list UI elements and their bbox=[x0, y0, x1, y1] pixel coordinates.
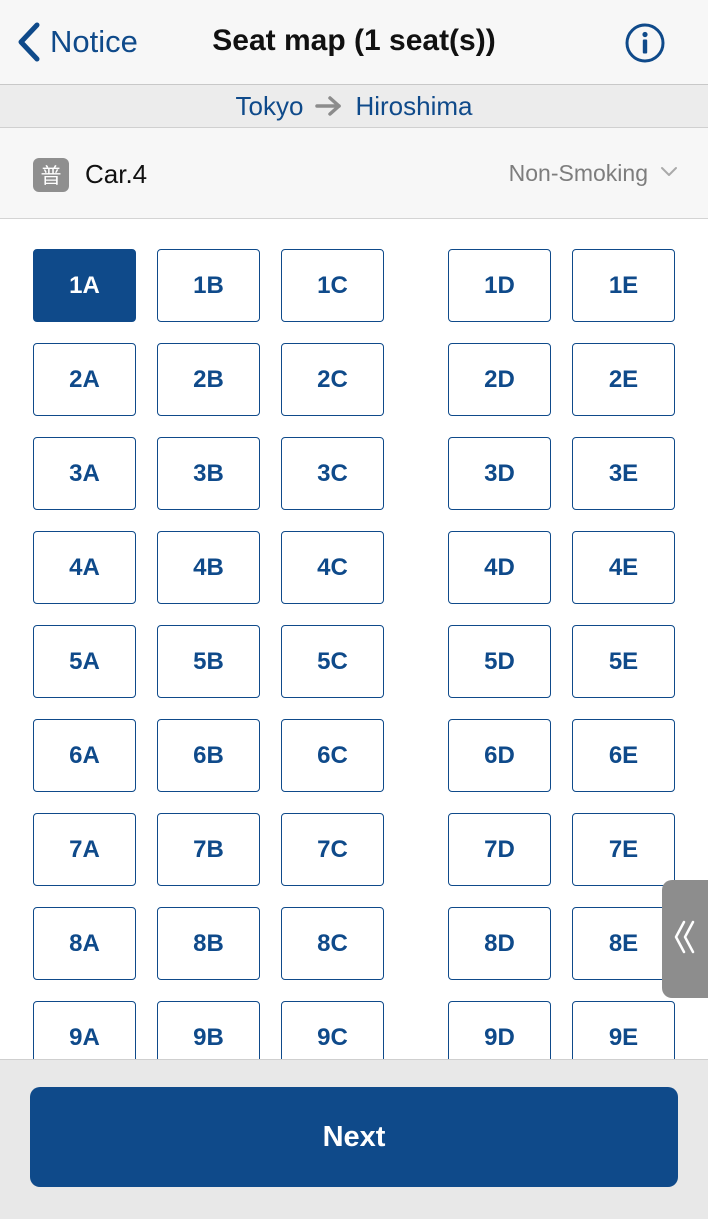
seat-6c[interactable]: 6C bbox=[281, 719, 384, 792]
seat-5b[interactable]: 5B bbox=[157, 625, 260, 698]
page-title: Seat map (1 seat(s)) bbox=[212, 24, 496, 57]
seat-1e[interactable]: 1E bbox=[572, 249, 675, 322]
smoking-label: Non-Smoking bbox=[508, 160, 648, 186]
double-chevron-left-icon bbox=[672, 919, 698, 960]
smoking-dropdown[interactable]: Non-Smoking bbox=[509, 160, 678, 187]
seat-7b[interactable]: 7B bbox=[157, 813, 260, 886]
seat-3a[interactable]: 3A bbox=[33, 437, 136, 510]
seat-3e[interactable]: 3E bbox=[572, 437, 675, 510]
chevron-down-icon bbox=[660, 165, 678, 183]
seat-2a[interactable]: 2A bbox=[33, 343, 136, 416]
seat-2b[interactable]: 2B bbox=[157, 343, 260, 416]
seat-3c[interactable]: 3C bbox=[281, 437, 384, 510]
seat-8e[interactable]: 8E bbox=[572, 907, 675, 980]
arrow-right-icon bbox=[315, 95, 343, 117]
seat-9a[interactable]: 9A bbox=[33, 1001, 136, 1059]
seat-4e[interactable]: 4E bbox=[572, 531, 675, 604]
seat-2d[interactable]: 2D bbox=[448, 343, 551, 416]
car-name: Car.4 bbox=[85, 159, 148, 189]
side-panel-toggle[interactable] bbox=[662, 880, 708, 998]
seat-4b[interactable]: 4B bbox=[157, 531, 260, 604]
seat-9b[interactable]: 9B bbox=[157, 1001, 260, 1059]
seat-3b[interactable]: 3B bbox=[157, 437, 260, 510]
seat-7e[interactable]: 7E bbox=[572, 813, 675, 886]
seat-map: 1A 1B 1C 1D 1E 2A 2B 2C 2D 2E 3A 3B 3C 3D 3E 4A 4B 4C 4D 4E… bbox=[0, 219, 708, 1059]
seat-6b[interactable]: 6B bbox=[157, 719, 260, 792]
seat-3d[interactable]: 3D bbox=[448, 437, 551, 510]
route-origin: Tokyo bbox=[235, 90, 304, 121]
seat-8c[interactable]: 8C bbox=[281, 907, 384, 980]
next-button[interactable]: Next bbox=[30, 1087, 678, 1187]
seat-2c[interactable]: 2C bbox=[281, 343, 384, 416]
seat-7c[interactable]: 7C bbox=[281, 813, 384, 886]
seat-9c[interactable]: 9C bbox=[281, 1001, 384, 1059]
seat-8b[interactable]: 8B bbox=[157, 907, 260, 980]
seat-8a[interactable]: 8A bbox=[33, 907, 136, 980]
seat-2e[interactable]: 2E bbox=[572, 343, 675, 416]
seat-5a[interactable]: 5A bbox=[33, 625, 136, 698]
seat-9d[interactable]: 9D bbox=[448, 1001, 551, 1059]
seat-6e[interactable]: 6E bbox=[572, 719, 675, 792]
seat-9e[interactable]: 9E bbox=[572, 1001, 675, 1059]
seat-5c[interactable]: 5C bbox=[281, 625, 384, 698]
seat-8d[interactable]: 8D bbox=[448, 907, 551, 980]
seat-1c[interactable]: 1C bbox=[281, 249, 384, 322]
seat-1a[interactable]: 1A bbox=[33, 249, 136, 322]
seat-1d[interactable]: 1D bbox=[448, 249, 551, 322]
seat-1b[interactable]: 1B bbox=[157, 249, 260, 322]
car-class-badge: 普 bbox=[33, 158, 69, 192]
seat-6d[interactable]: 6D bbox=[448, 719, 551, 792]
seat-5e[interactable]: 5E bbox=[572, 625, 675, 698]
seat-7d[interactable]: 7D bbox=[448, 813, 551, 886]
seat-4d[interactable]: 4D bbox=[448, 531, 551, 604]
navigation-bar: Notice Seat map (1 seat(s)) bbox=[0, 0, 708, 85]
route-bar: Tokyo Hiroshima bbox=[0, 85, 708, 128]
seat-5d[interactable]: 5D bbox=[448, 625, 551, 698]
route-destination: Hiroshima bbox=[355, 90, 473, 121]
seat-7a[interactable]: 7A bbox=[33, 813, 136, 886]
info-icon[interactable] bbox=[624, 22, 666, 64]
seat-4c[interactable]: 4C bbox=[281, 531, 384, 604]
seat-4a[interactable]: 4A bbox=[33, 531, 136, 604]
seat-6a[interactable]: 6A bbox=[33, 719, 136, 792]
